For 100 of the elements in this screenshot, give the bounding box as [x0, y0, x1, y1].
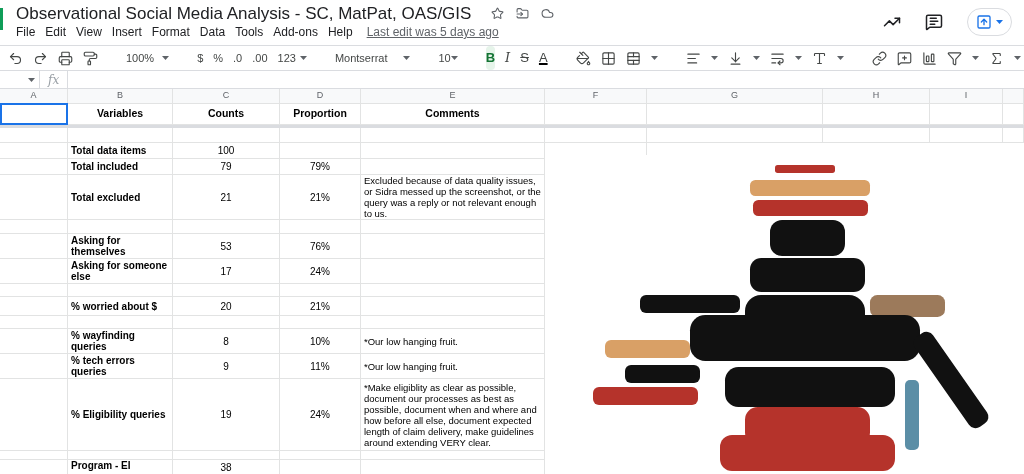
empty-cell[interactable] — [0, 316, 68, 329]
table-cell[interactable]: 100 — [173, 143, 280, 159]
empty-cell[interactable] — [280, 284, 361, 297]
empty-cell[interactable] — [173, 220, 280, 234]
column-header[interactable]: A — [0, 89, 68, 104]
increase-decimal-button[interactable]: .00 — [252, 49, 268, 67]
empty-cell[interactable] — [0, 234, 68, 259]
table-cell[interactable] — [361, 259, 545, 284]
column-header[interactable]: I — [930, 89, 1003, 104]
column-header[interactable]: G — [647, 89, 823, 104]
text-style-button[interactable]: B — [485, 46, 496, 70]
empty-cell[interactable] — [0, 128, 68, 143]
column-header[interactable]: F — [545, 89, 647, 104]
link-icon[interactable] — [871, 50, 887, 66]
menu-item[interactable]: Add-ons — [273, 25, 318, 40]
wrap-icon[interactable] — [769, 50, 785, 66]
table-cell[interactable]: 19 — [173, 379, 280, 451]
empty-cell[interactable] — [1003, 103, 1024, 125]
empty-cell[interactable] — [361, 316, 545, 329]
merge-icon[interactable] — [625, 50, 641, 66]
selected-cell[interactable] — [0, 103, 68, 125]
empty-cell[interactable] — [0, 354, 68, 379]
table-cell[interactable]: 79 — [173, 159, 280, 175]
table-cell[interactable]: 20 — [173, 297, 280, 316]
number-format-select[interactable]: 123 — [277, 49, 307, 67]
empty-cell[interactable] — [545, 103, 647, 125]
empty-cell[interactable] — [647, 128, 823, 143]
menu-item[interactable]: Help — [327, 25, 353, 40]
empty-cell[interactable] — [361, 451, 545, 460]
table-cell[interactable] — [361, 234, 545, 259]
empty-cell[interactable] — [280, 451, 361, 460]
table-cell[interactable]: 53 — [173, 234, 280, 259]
empty-cell[interactable] — [361, 128, 545, 143]
empty-cell[interactable] — [0, 451, 68, 460]
currency-button[interactable]: $ — [197, 49, 204, 67]
empty-cell[interactable] — [68, 316, 173, 329]
empty-cell[interactable] — [0, 297, 68, 316]
table-cell[interactable]: Total data items — [68, 143, 173, 159]
redo-icon[interactable] — [33, 50, 48, 66]
percent-button[interactable]: % — [213, 49, 224, 67]
comment-icon[interactable] — [925, 13, 943, 31]
empty-cell[interactable] — [930, 103, 1003, 125]
empty-cell[interactable] — [280, 316, 361, 329]
empty-cell[interactable] — [930, 128, 1003, 143]
menu-item[interactable]: File — [16, 25, 36, 40]
align-icon[interactable] — [685, 50, 701, 66]
table-cell[interactable]: 24% — [280, 259, 361, 284]
column-header[interactable]: B — [68, 89, 173, 104]
empty-cell[interactable] — [173, 316, 280, 329]
table-cell[interactable]: Asking for themselves — [68, 234, 173, 259]
table-cell[interactable]: 17 — [173, 259, 280, 284]
table-cell[interactable]: % worried about $ — [68, 297, 173, 316]
folder-icon[interactable] — [516, 7, 530, 20]
empty-cell[interactable] — [0, 284, 68, 297]
font-size-select[interactable]: 10 — [438, 49, 458, 67]
menu-item[interactable]: Insert — [111, 25, 142, 40]
empty-cell[interactable] — [0, 159, 68, 175]
empty-cell[interactable] — [823, 128, 930, 143]
table-cell[interactable]: 10% — [280, 329, 361, 354]
empty-cell[interactable] — [0, 220, 68, 234]
table-cell[interactable]: % Eligibility queries — [68, 379, 173, 451]
table-cell[interactable]: 24% — [280, 379, 361, 451]
empty-cell[interactable] — [0, 329, 68, 354]
empty-cell[interactable] — [0, 143, 68, 159]
column-header[interactable]: E — [361, 89, 545, 104]
empty-cell[interactable] — [280, 128, 361, 143]
print-icon[interactable] — [58, 50, 73, 66]
table-cell[interactable] — [361, 143, 545, 159]
empty-cell[interactable] — [361, 220, 545, 234]
table-cell[interactable]: 21% — [280, 175, 361, 220]
table-cell[interactable] — [361, 159, 545, 175]
table-cell[interactable]: Total included — [68, 159, 173, 175]
empty-cell[interactable] — [173, 128, 280, 143]
table-cell[interactable]: Program - EI — [68, 460, 173, 474]
table-cell[interactable]: 8 — [173, 329, 280, 354]
table-cell[interactable]: 38 — [173, 460, 280, 474]
table-cell[interactable]: % wayfinding queries — [68, 329, 173, 354]
column-header[interactable]: H — [823, 89, 930, 104]
empty-cell[interactable] — [647, 103, 823, 125]
column-header[interactable]: D — [280, 89, 361, 104]
empty-cell[interactable] — [0, 379, 68, 451]
empty-cell[interactable] — [823, 103, 930, 125]
chart-icon[interactable] — [921, 50, 937, 66]
table-cell[interactable]: 79% — [280, 159, 361, 175]
table-cell[interactable] — [280, 143, 361, 159]
empty-cell[interactable] — [173, 451, 280, 460]
table-cell[interactable]: 21 — [173, 175, 280, 220]
column-header[interactable]: C — [173, 89, 280, 104]
empty-cell[interactable] — [68, 220, 173, 234]
decrease-decimal-button[interactable]: .0 — [233, 49, 243, 67]
sheets-logo-icon[interactable] — [0, 8, 3, 30]
empty-cell[interactable] — [361, 284, 545, 297]
text-style-button[interactable]: I — [505, 46, 511, 70]
undo-icon[interactable] — [8, 50, 23, 66]
empty-cell[interactable] — [1003, 128, 1024, 143]
menu-item[interactable]: Data — [199, 25, 226, 40]
table-cell[interactable]: 9 — [173, 354, 280, 379]
table-cell[interactable]: % tech errors queries — [68, 354, 173, 379]
empty-cell[interactable] — [545, 128, 647, 143]
menu-item[interactable]: Edit — [45, 25, 67, 40]
